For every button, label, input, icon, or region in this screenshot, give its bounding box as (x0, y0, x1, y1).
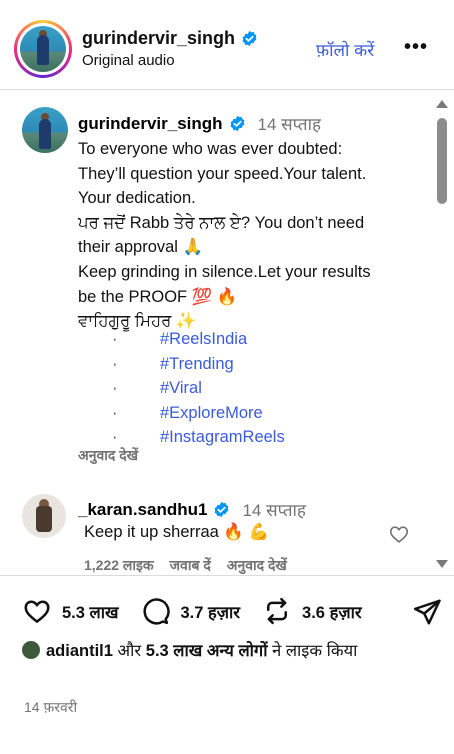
repost-count[interactable]: 3.6 हज़ार (302, 600, 362, 623)
hashtag-link[interactable]: #ExploreMore (160, 401, 263, 426)
liker-username[interactable]: adiantil1 (46, 642, 113, 660)
verified-badge-icon (242, 30, 257, 47)
commenter-username[interactable]: _karan.sandhu1 (78, 500, 207, 520)
hashtag-item: · #ReelsIndia (112, 327, 285, 352)
repost-action: 3.6 हज़ार (262, 596, 362, 626)
verified-badge-icon (215, 501, 229, 518)
author-avatar-image (20, 26, 66, 72)
liked-by-connector: और (117, 642, 142, 660)
scroll-down-arrow-icon[interactable] (436, 560, 448, 568)
comment-like-heart-icon[interactable] (388, 523, 410, 545)
hashtag-item: · #Viral (112, 376, 285, 401)
bullet: · (112, 403, 118, 422)
commenter-row: _karan.sandhu1 14 सप्ताह (78, 498, 306, 521)
audio-label[interactable]: Original audio (82, 52, 175, 69)
caption-author-avatar[interactable] (22, 107, 68, 153)
hashtag-link[interactable]: #ReelsIndia (160, 327, 247, 352)
like-count[interactable]: 5.3 लाख (62, 600, 118, 623)
like-heart-icon[interactable] (22, 596, 52, 626)
comment-action: 3.7 हज़ार (140, 596, 240, 626)
caption-author-row: gurindervir_singh 14 सप्ताह (78, 112, 321, 135)
liker-avatar[interactable] (22, 641, 40, 659)
bullet: · (112, 379, 118, 398)
hashtag-link[interactable]: #InstagramReels (160, 425, 285, 450)
hashtag-item: · #Trending (112, 352, 285, 377)
caption-line: ਪਰ ਜਦੋਂ Rabb ਤੇਰੇ ਨਾਲ ਏ? You don’t need (78, 213, 365, 232)
hashtag-item: · #ExploreMore (112, 401, 285, 426)
comment-count[interactable]: 3.7 हज़ार (180, 600, 240, 623)
others-count-link[interactable]: 5.3 लाख अन्य लोगों (146, 642, 268, 660)
caption-text: To everyone who was ever doubted: They’l… (78, 137, 418, 334)
caption-line: Your dedication. (78, 189, 196, 208)
verified-badge-icon (230, 115, 244, 132)
bullet: · (112, 330, 118, 348)
comment-like-count[interactable]: 1,222 लाइक (84, 556, 154, 575)
commenter-avatar[interactable] (22, 494, 66, 538)
post-date[interactable]: 14 फ़रवरी (24, 698, 77, 717)
caption-line: They’ll question your speed.Your talent. (78, 164, 367, 183)
caption-username[interactable]: gurindervir_singh (78, 114, 223, 134)
comment-bubble-icon[interactable] (140, 596, 171, 626)
caption-line: To everyone who was ever doubted: (78, 140, 343, 158)
liked-by-text: adiantil1 और 5.3 लाख अन्य लोगों ने लाइक … (22, 640, 442, 662)
caption-line: their approval 🙏 (78, 238, 204, 257)
author-username-row: gurindervir_singh (82, 28, 258, 49)
share-paper-plane-icon[interactable] (412, 597, 442, 627)
follow-button[interactable]: फ़ॉलो करें (316, 38, 374, 61)
comment-meta: 1,222 लाइक जवाब दें अनुवाद देखें (84, 556, 287, 575)
liked-by-suffix: ने लाइक किया (272, 642, 358, 660)
divider (0, 575, 454, 576)
caption-time[interactable]: 14 सप्ताह (258, 112, 321, 135)
scrollbar-thumb[interactable] (437, 118, 447, 204)
hashtag-link[interactable]: #Trending (160, 352, 234, 377)
repost-icon[interactable] (262, 596, 292, 626)
reply-button[interactable]: जवाब दें (170, 556, 211, 575)
action-bar: 5.3 लाख 3.7 हज़ार 3.6 हज़ार (22, 596, 362, 626)
post-header: gurindervir_singh Original audio फ़ॉलो क… (0, 0, 454, 90)
more-options-icon[interactable]: ••• (404, 36, 428, 59)
bullet: · (112, 354, 118, 373)
hashtag-list: · #ReelsIndia · #Trending · #Viral · #Ex… (112, 327, 285, 450)
caption-line: be the PROOF 💯 🔥 (78, 287, 238, 306)
see-translation-button[interactable]: अनुवाद देखें (78, 446, 138, 465)
author-username[interactable]: gurindervir_singh (82, 28, 235, 49)
comment-text: Keep it up sherraa 🔥 💪 (84, 523, 270, 541)
author-avatar[interactable] (14, 20, 72, 78)
comment-time[interactable]: 14 सप्ताह (242, 498, 305, 521)
scroll-up-arrow-icon[interactable] (436, 100, 448, 108)
hashtag-link[interactable]: #Viral (160, 376, 202, 401)
like-action: 5.3 लाख (22, 596, 118, 626)
comment-translate-button[interactable]: अनुवाद देखें (227, 556, 287, 575)
caption-line: Keep grinding in silence.Let your result… (78, 262, 371, 281)
